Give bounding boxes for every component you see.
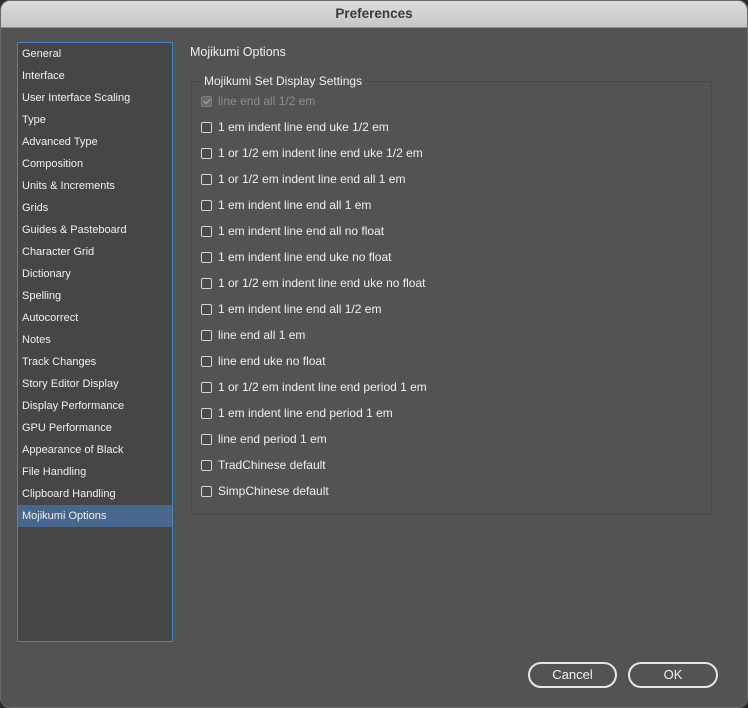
ok-button[interactable]: OK [628,662,718,688]
option-1em-indent-period-1em[interactable]: 1 em indent line end period 1 em [201,403,393,423]
checkbox[interactable] [201,459,212,471]
option-label: 1 em indent line end all 1/2 em [218,302,382,316]
checkbox [201,95,212,107]
option-line-end-all-1em[interactable]: line end all 1 em [201,325,305,345]
checkbox[interactable] [201,121,212,133]
sidebar-item-general[interactable]: General [18,43,172,65]
sidebar-item-grids[interactable]: Grids [18,197,172,219]
option-label: line end all 1/2 em [218,94,316,108]
sidebar-item-gpu-performance[interactable]: GPU Performance [18,417,172,439]
option-1em-indent-uke-half-em[interactable]: 1 em indent line end uke 1/2 em [201,117,389,137]
sidebar-item-mojikumi-options[interactable]: Mojikumi Options [18,505,172,527]
checkbox[interactable] [201,433,212,445]
sidebar-item-notes[interactable]: Notes [18,329,172,351]
checkbox[interactable] [201,277,212,289]
option-line-end-all-half-em: line end all 1/2 em [201,91,315,111]
panel-title: Mojikumi Options [190,45,286,59]
checkbox[interactable] [201,381,212,393]
sidebar-item-autocorrect[interactable]: Autocorrect [18,307,172,329]
option-1em-indent-uke-no-float[interactable]: 1 em indent line end uke no float [201,247,391,267]
option-label: 1 or 1/2 em indent line end uke no float [218,276,426,290]
checkbox[interactable] [201,147,212,159]
checkbox[interactable] [201,225,212,237]
sidebar-item-type[interactable]: Type [18,109,172,131]
group-label: Mojikumi Set Display Settings [201,73,366,89]
option-1em-indent-all-no-float[interactable]: 1 em indent line end all no float [201,221,384,241]
option-label: 1 or 1/2 em indent line end period 1 em [218,380,427,394]
preferences-dialog: Preferences General Interface User Inter… [0,0,748,708]
option-label: line end uke no float [218,354,326,368]
window-title: Preferences [1,1,747,28]
sidebar: General Interface User Interface Scaling… [17,42,173,642]
sidebar-item-appearance-of-black[interactable]: Appearance of Black [18,439,172,461]
sidebar-item-dictionary[interactable]: Dictionary [18,263,172,285]
cancel-button[interactable]: Cancel [528,662,617,688]
checkbox[interactable] [201,407,212,419]
sidebar-item-advanced-type[interactable]: Advanced Type [18,131,172,153]
sidebar-item-track-changes[interactable]: Track Changes [18,351,172,373]
option-label: 1 or 1/2 em indent line end all 1 em [218,172,406,186]
checkbox[interactable] [201,303,212,315]
option-1-or-half-indent-all-1em[interactable]: 1 or 1/2 em indent line end all 1 em [201,169,405,189]
checkbox[interactable] [201,251,212,263]
sidebar-item-character-grid[interactable]: Character Grid [18,241,172,263]
option-label: 1 em indent line end period 1 em [218,406,393,420]
sidebar-item-composition[interactable]: Composition [18,153,172,175]
option-label: 1 em indent line end uke 1/2 em [218,120,389,134]
sidebar-item-user-interface-scaling[interactable]: User Interface Scaling [18,87,172,109]
option-label: line end all 1 em [218,328,306,342]
option-label: 1 em indent line end all no float [218,224,385,238]
checkbox[interactable] [201,485,212,497]
option-1em-indent-all-1em[interactable]: 1 em indent line end all 1 em [201,195,371,215]
option-label: 1 em indent line end uke no float [218,250,392,264]
option-tradchinese-default[interactable]: TradChinese default [201,455,326,475]
sidebar-item-interface[interactable]: Interface [18,65,172,87]
checkbox[interactable] [201,199,212,211]
option-simpchinese-default[interactable]: SimpChinese default [201,481,329,501]
sidebar-item-display-performance[interactable]: Display Performance [18,395,172,417]
option-label: 1 em indent line end all 1 em [218,198,372,212]
option-1-or-half-indent-uke-half-em[interactable]: 1 or 1/2 em indent line end uke 1/2 em [201,143,423,163]
option-label: 1 or 1/2 em indent line end uke 1/2 em [218,146,423,160]
option-1-or-half-indent-period-1em[interactable]: 1 or 1/2 em indent line end period 1 em [201,377,427,397]
checkbox[interactable] [201,173,212,185]
option-line-end-period-1em[interactable]: line end period 1 em [201,429,327,449]
option-1-or-half-indent-uke-no-float[interactable]: 1 or 1/2 em indent line end uke no float [201,273,425,293]
sidebar-item-spelling[interactable]: Spelling [18,285,172,307]
sidebar-item-guides-pasteboard[interactable]: Guides & Pasteboard [18,219,172,241]
option-label: TradChinese default [218,458,326,472]
sidebar-item-file-handling[interactable]: File Handling [18,461,172,483]
sidebar-item-story-editor-display[interactable]: Story Editor Display [18,373,172,395]
option-1em-indent-all-half-em[interactable]: 1 em indent line end all 1/2 em [201,299,381,319]
checkbox[interactable] [201,329,212,341]
option-line-end-uke-no-float[interactable]: line end uke no float [201,351,325,371]
checkbox[interactable] [201,355,212,367]
option-label: SimpChinese default [218,484,329,498]
option-label: line end period 1 em [218,432,327,446]
sidebar-item-units-increments[interactable]: Units & Increments [18,175,172,197]
sidebar-item-clipboard-handling[interactable]: Clipboard Handling [18,483,172,505]
